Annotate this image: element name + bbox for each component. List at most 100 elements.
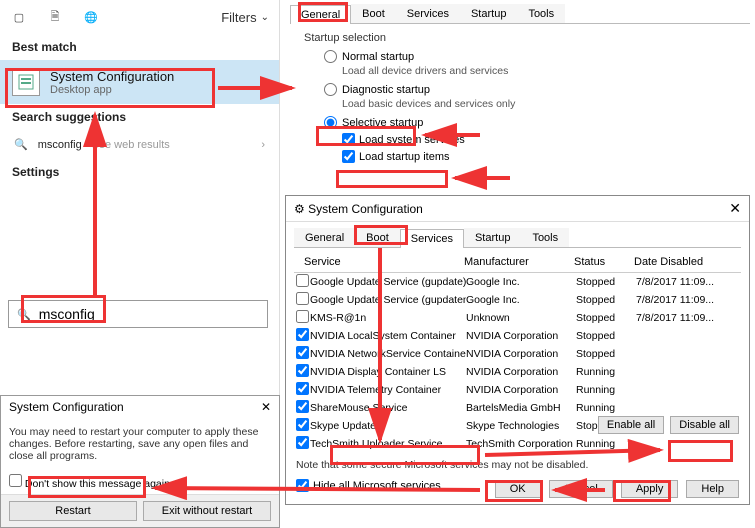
service-name: TechSmith Uploader Service [310,438,466,450]
search-icon: 🔍 [14,138,28,151]
document-icon[interactable]: 🗎 [46,8,64,26]
service-name: Google Update Service (gupdate) [310,276,466,288]
dialog-title: System Configuration [308,202,423,216]
col-service[interactable]: Service [304,256,464,268]
service-name: Google Update Service (gupdatem) [310,294,466,306]
service-row[interactable]: ShareMouse ServiceBartelsMedia GmbHRunni… [294,399,741,417]
startup-selection-group: Startup selection [290,24,750,48]
best-match-result[interactable]: System Configuration Desktop app [0,60,279,104]
tab-startup[interactable]: Startup [460,4,517,23]
service-status: Stopped [576,294,636,306]
load-system-services-checkbox[interactable]: Load system services [290,131,750,148]
service-manufacturer: NVIDIA Corporation [466,348,576,360]
tab-boot[interactable]: Boot [351,4,396,23]
service-manufacturer: TechSmith Corporation [466,438,576,450]
msconfig-services-dialog: ⚙ System Configuration ✕ General Boot Se… [285,195,750,505]
service-name: ShareMouse Service [310,402,466,414]
web-icon[interactable]: 🌐 [82,8,100,26]
best-match-subtitle: Desktop app [50,84,174,96]
best-match-heading: Best match [0,34,279,60]
filters-dropdown[interactable]: Filters ⌄ [221,10,269,25]
service-row[interactable]: TechSmith Uploader ServiceTechSmith Corp… [294,435,741,453]
service-manufacturer: NVIDIA Corporation [466,330,576,342]
msconfig-general-panel: General Boot Services Startup Tools Star… [290,4,750,165]
msconfig-tabs: General Boot Services Startup Tools [290,4,750,24]
restart-button[interactable]: Restart [9,501,137,521]
service-name: Skype Updater [310,420,466,432]
close-icon[interactable]: ✕ [729,200,741,217]
app-icon[interactable]: ▢ [10,8,28,26]
service-name: KMS-R@1n [310,312,466,324]
service-status: Stopped [576,348,636,360]
suggestions-heading: Search suggestions [0,104,279,130]
filters-label: Filters [221,10,256,25]
disable-all-button[interactable]: Disable all [670,416,739,434]
service-manufacturer: BartelsMedia GmbH [466,402,576,414]
restart-dialog-title: System Configuration [9,400,124,414]
service-manufacturer: Google Inc. [466,276,576,288]
service-row[interactable]: NVIDIA NetworkService ContainerNVIDIA Co… [294,345,741,363]
normal-startup-sub: Load all device drivers and services [290,65,750,81]
suggestion-row[interactable]: 🔍 msconfig - See web results › [0,130,279,159]
service-row[interactable]: NVIDIA Telemetry ContainerNVIDIA Corpora… [294,381,741,399]
service-row[interactable]: NVIDIA LocalSystem ContainerNVIDIA Corpo… [294,327,741,345]
service-status: Running [576,384,636,396]
service-status: Stopped [576,330,636,342]
enable-all-button[interactable]: Enable all [598,416,664,434]
service-row[interactable]: KMS-R@1nUnknownStopped7/8/2017 11:09... [294,309,741,327]
close-icon[interactable]: ✕ [261,400,271,414]
service-row[interactable]: Google Update Service (gupdatem)Google I… [294,291,741,309]
tab-tools[interactable]: Tools [521,228,569,247]
restart-dialog: System Configuration ✕ You may need to r… [0,395,280,528]
msconfig-app-icon [12,68,40,96]
service-name: NVIDIA Display Container LS [310,366,466,378]
suggestion-text: msconfig [38,139,82,151]
restart-dialog-message: You may need to restart your computer to… [1,418,279,470]
services-note: Note that some secure Microsoft services… [286,453,749,477]
diagnostic-startup-radio[interactable]: Diagnostic startup [290,81,750,98]
gear-icon: ⚙ [294,202,305,216]
service-status: Running [576,366,636,378]
chevron-down-icon: ⌄ [261,12,269,23]
service-name: NVIDIA Telemetry Container [310,384,466,396]
service-name: NVIDIA LocalSystem Container [310,330,466,342]
cancel-button[interactable]: Cancel [549,480,613,498]
exit-without-restart-button[interactable]: Exit without restart [143,501,271,521]
best-match-title: System Configuration [50,69,174,84]
service-status: Running [576,402,636,414]
tab-general[interactable]: General [290,5,351,24]
load-startup-items-checkbox[interactable]: Load startup items [290,148,750,165]
tab-general[interactable]: General [294,228,355,247]
col-status[interactable]: Status [574,256,634,268]
tab-boot[interactable]: Boot [355,228,400,247]
settings-heading: Settings [0,159,279,185]
normal-startup-radio[interactable]: Normal startup [290,48,750,65]
service-row[interactable]: Google Update Service (gupdate)Google In… [294,273,741,291]
service-date-disabled: 7/8/2017 11:09... [636,294,739,306]
ok-button[interactable]: OK [495,480,541,498]
chevron-right-icon: › [261,139,265,151]
selective-startup-radio[interactable]: Selective startup [290,114,750,131]
col-date-disabled[interactable]: Date Disabled [634,256,731,268]
search-box[interactable]: 🔍 [8,300,268,328]
dont-show-checkbox[interactable]: Don't show this message again. [9,478,173,490]
service-name: NVIDIA NetworkService Container [310,348,466,360]
tab-tools[interactable]: Tools [517,4,565,23]
service-row[interactable]: NVIDIA Display Container LSNVIDIA Corpor… [294,363,741,381]
service-manufacturer: NVIDIA Corporation [466,384,576,396]
service-manufacturer: Unknown [466,312,576,324]
tab-services[interactable]: Services [396,4,460,23]
service-manufacturer: Skype Technologies [466,420,576,432]
help-button[interactable]: Help [686,480,739,498]
tab-services[interactable]: Services [400,229,464,248]
search-input[interactable] [39,306,259,322]
col-manufacturer[interactable]: Manufacturer [464,256,574,268]
msconfig-services-tabs: General Boot Services Startup Tools [294,228,741,248]
service-date-disabled: 7/8/2017 11:09... [636,276,739,288]
apply-button[interactable]: Apply [621,480,679,498]
diagnostic-startup-sub: Load basic devices and services only [290,98,750,114]
services-header: Service Manufacturer Status Date Disable… [294,252,741,273]
annotation-box [336,170,448,188]
tab-startup[interactable]: Startup [464,228,521,247]
service-status: Stopped [576,276,636,288]
